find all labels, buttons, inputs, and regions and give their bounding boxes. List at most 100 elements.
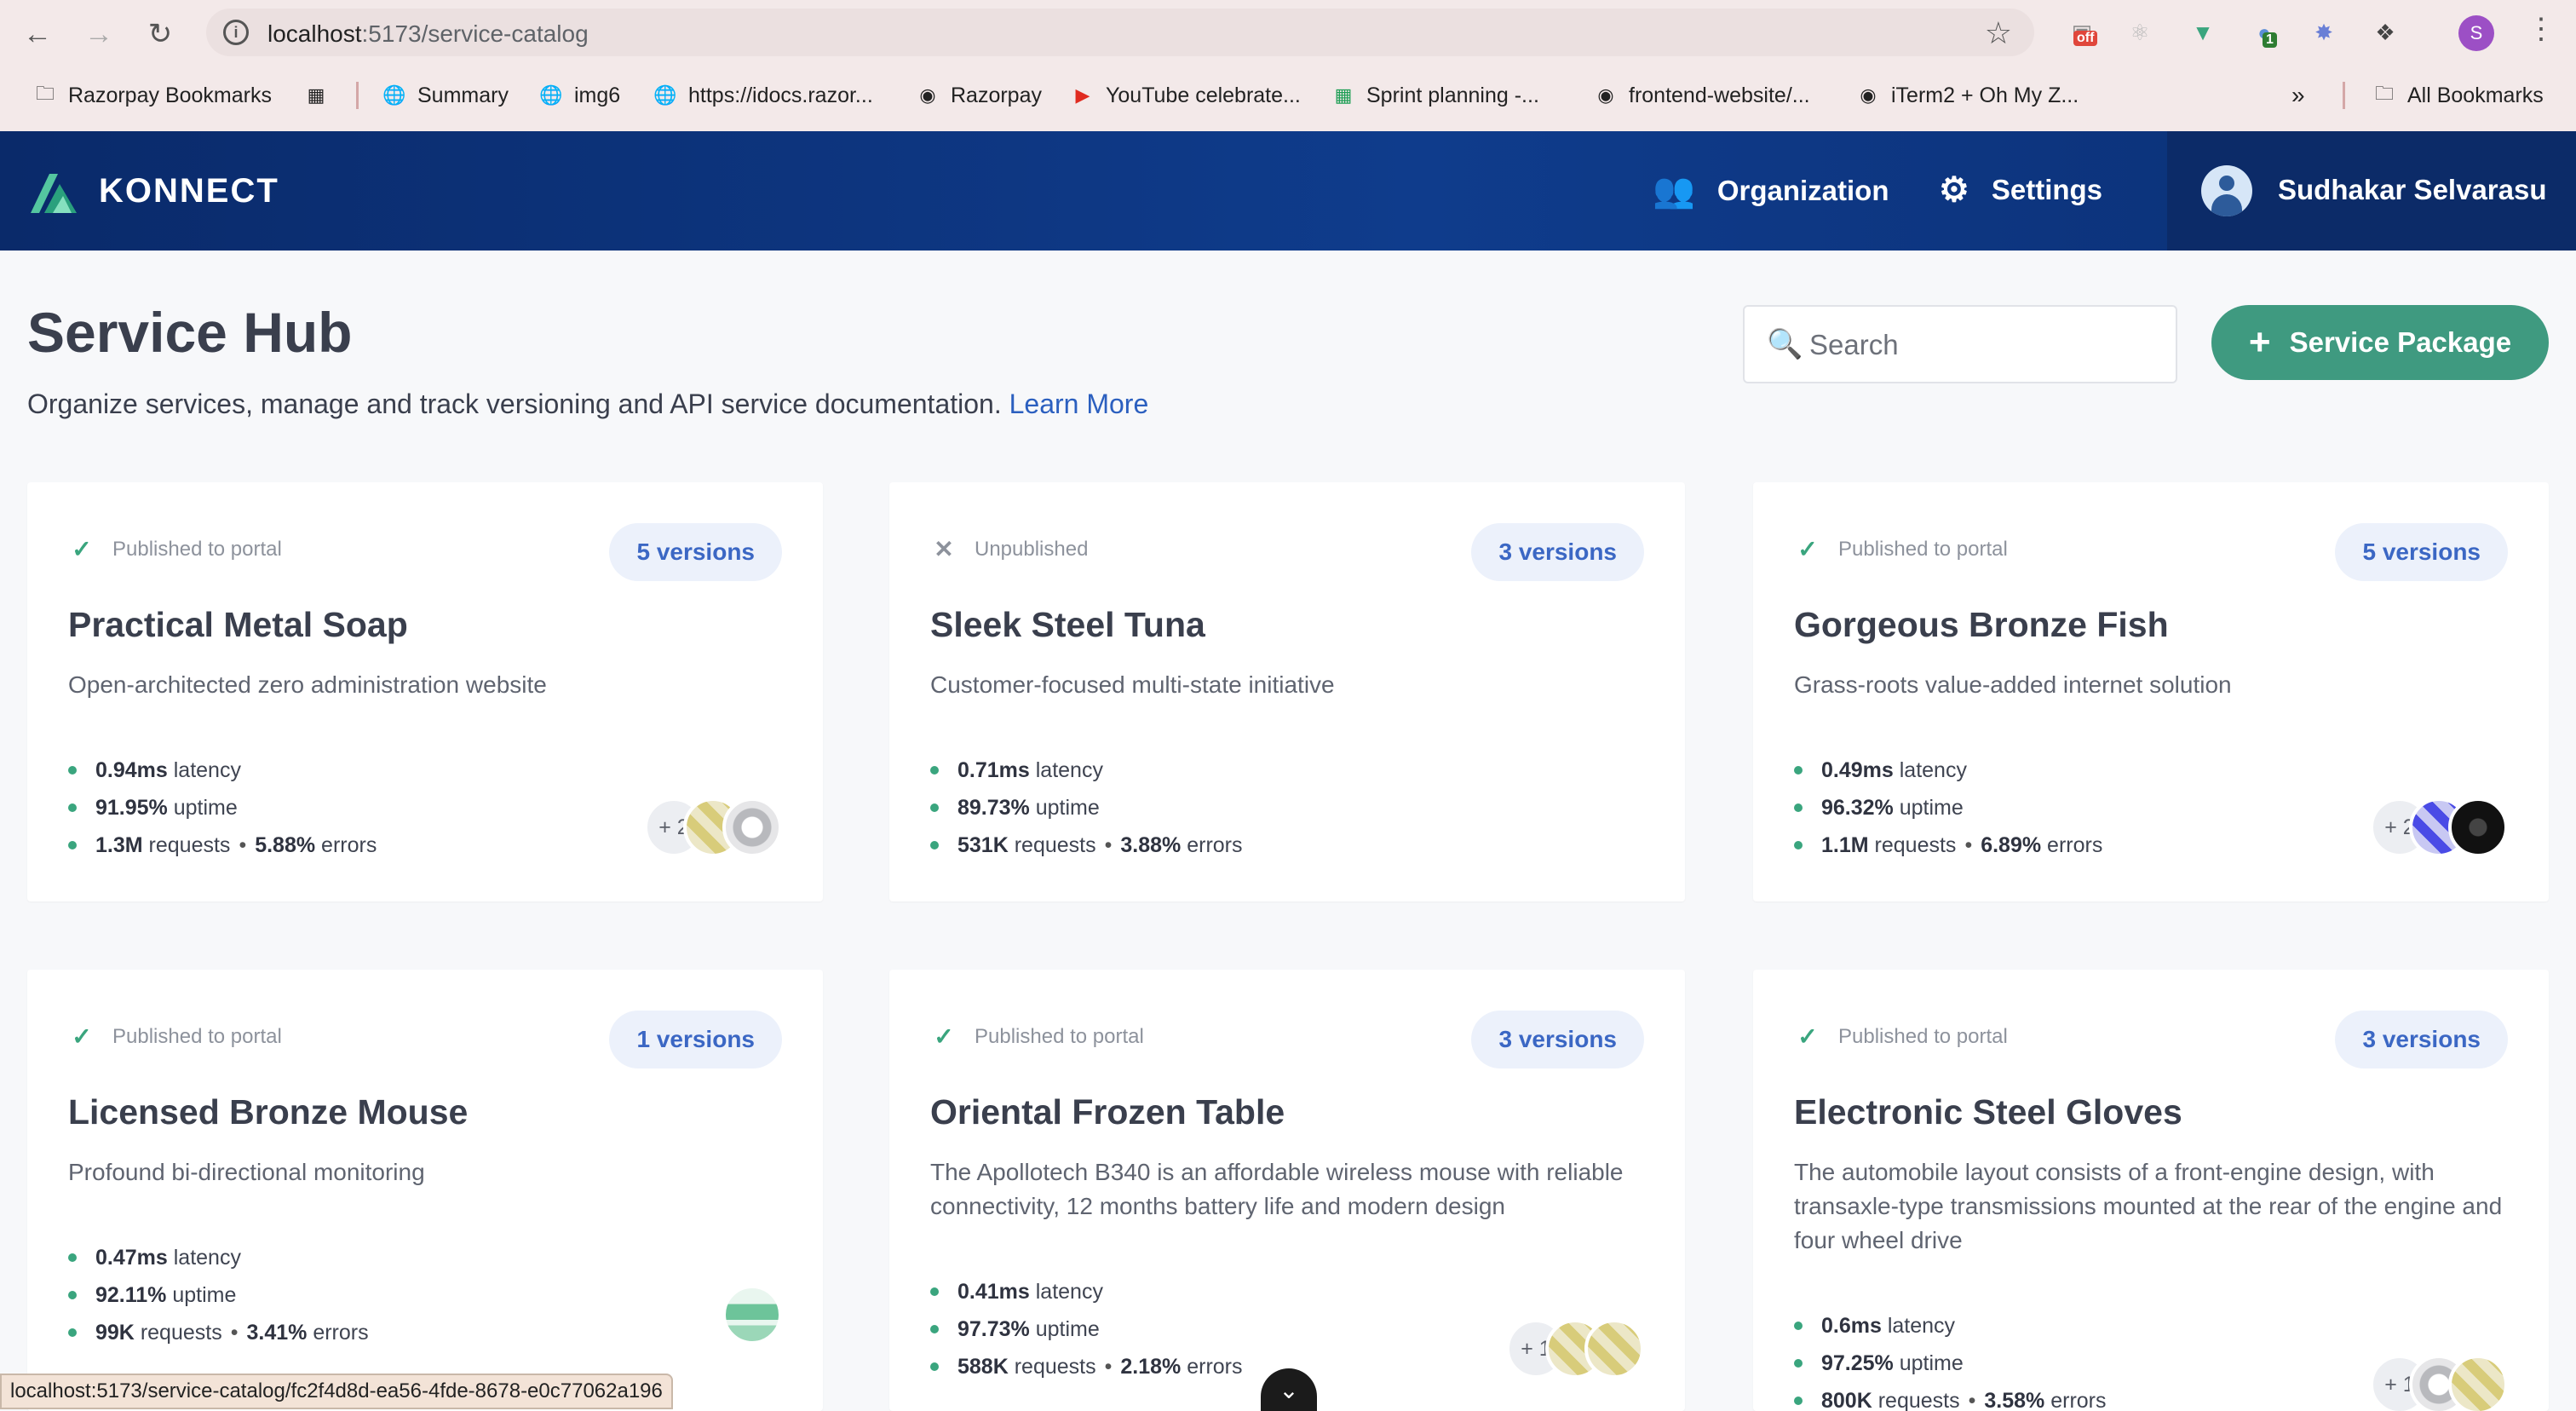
check-icon: ✓ (934, 1023, 954, 1050)
address-url[interactable]: localhost:5173/service-catalog (267, 20, 589, 48)
metrics-list: 0.47ms latency 92.11% uptime 99K request… (68, 1239, 369, 1351)
versions-badge[interactable]: 3 versions (1471, 1011, 1644, 1068)
status-label: ✓ Published to portal (1794, 535, 2008, 563)
contributor-avatars: + 2 (644, 798, 782, 857)
card-title: Gorgeous Bronze Fish (1794, 605, 2169, 644)
versions-badge[interactable]: 3 versions (1471, 523, 1644, 581)
reload-icon[interactable]: ↻ (141, 15, 179, 53)
metric-latency: 0.41ms latency (930, 1273, 1243, 1310)
metric-uptime: 97.73% uptime (930, 1310, 1243, 1348)
metric-uptime: 91.95% uptime (68, 789, 377, 826)
metric-latency: 0.94ms latency (68, 752, 377, 789)
status-label: ✓ Published to portal (68, 535, 282, 563)
service-card[interactable]: ✓ Published to portal 5 versions Gorgeous… (1753, 482, 2549, 901)
user-menu[interactable]: Sudhakar Selvarasu (2167, 131, 2576, 251)
card-description: Open-architected zero administration web… (68, 671, 547, 698)
bookmark-iterm2[interactable]: ◉ iTerm2 + Oh My Z... (1855, 75, 2079, 116)
learn-more-link[interactable]: Learn More (1009, 389, 1149, 419)
browser-toolbar: ← → ↻ i localhost:5173/service-catalog ☆… (0, 0, 2576, 66)
service-card[interactable]: ✓ Published to portal 3 versions Oriental… (889, 970, 1685, 1411)
metric-requests: 800K requests • 3.58% errors (1794, 1382, 2107, 1411)
search-icon: 🔍 (1767, 328, 1803, 360)
profile-avatar[interactable]: S (2458, 15, 2494, 51)
status-label: ✓ Published to portal (930, 1022, 1144, 1051)
card-title: Licensed Bronze Mouse (68, 1092, 469, 1132)
user-avatar-icon (2201, 165, 2252, 216)
versions-badge[interactable]: 3 versions (2335, 1011, 2508, 1068)
service-card[interactable]: ✓ Published to portal 3 versions Electron… (1753, 970, 2549, 1411)
status-label: ✓ Published to portal (1794, 1022, 2008, 1051)
page-subtitle: Organize services, manage and track vers… (27, 389, 1149, 419)
bookmark-razorpay-bookmarks[interactable]: 🗀 Razorpay Bookmarks (32, 75, 272, 116)
metrics-list: 0.6ms latency 97.25% uptime 800K request… (1794, 1307, 2107, 1411)
metric-uptime: 89.73% uptime (930, 789, 1243, 826)
bookmark-youtube[interactable]: ▶ YouTube celebrate... (1070, 75, 1301, 116)
service-card[interactable]: ✓ Published to portal 5 versions Practica… (27, 482, 823, 901)
vue-devtools-icon[interactable]: ▼ (2186, 15, 2220, 49)
puzzle-icon[interactable]: ❖ (2368, 15, 2402, 49)
bookmark-apps[interactable]: ▦ (303, 75, 329, 116)
card-description: Profound bi-directional monitoring (68, 1159, 425, 1185)
card-description: The Apollotech B340 is an affordable wir… (930, 1159, 1624, 1219)
service-card[interactable]: ✕ Unpublished 3 versions Sleek Steel Tuna… (889, 482, 1685, 901)
folder-icon: 🗀 (2374, 83, 2394, 104)
metrics-list: 0.49ms latency 96.32% uptime 1.1M reques… (1794, 752, 2102, 864)
avatar (722, 1285, 782, 1345)
bookmark-frontend-website[interactable]: ◉ frontend-website/... (1593, 75, 1809, 116)
globe-icon: 🌐 (653, 84, 677, 106)
bookmark-idocs[interactable]: 🌐 https://idocs.razor... (653, 75, 872, 116)
versions-badge[interactable]: 1 versions (609, 1011, 782, 1068)
browser-menu-icon[interactable]: ⋮ (2527, 12, 2556, 46)
metric-requests: 588K requests • 2.18% errors (930, 1348, 1243, 1385)
bookmark-all-bookmarks[interactable]: 🗀 All Bookmarks (2372, 75, 2544, 116)
metric-latency: 0.47ms latency (68, 1239, 369, 1276)
back-icon[interactable]: ← (19, 15, 56, 53)
forward-icon[interactable]: → (80, 15, 118, 53)
nav-organization[interactable]: 👥 Organization (1653, 170, 1889, 210)
contributor-avatars (722, 1285, 782, 1345)
bookmark-razorpay[interactable]: ◉ Razorpay (915, 75, 1042, 116)
metrics-list: 0.41ms latency 97.73% uptime 588K reques… (930, 1273, 1243, 1385)
konnect-logo[interactable]: KONNECT (27, 167, 279, 215)
check-icon: ✓ (72, 1023, 92, 1050)
bookmark-img6[interactable]: 🌐 img6 (538, 75, 620, 116)
status-label: ✕ Unpublished (930, 535, 1088, 563)
youtube-icon: ▶ (1075, 84, 1090, 106)
search-input[interactable] (1809, 322, 2159, 368)
address-bar[interactable]: i localhost:5173/service-catalog ☆ (206, 9, 2034, 56)
add-service-package-button[interactable]: + Service Package (2211, 305, 2549, 380)
metric-uptime: 96.32% uptime (1794, 789, 2102, 826)
bookmark-star-icon[interactable]: ☆ (1985, 15, 2012, 51)
card-description: Grass-roots value-added internet solutio… (1794, 671, 2232, 698)
bookmarks-bar: 🗀 Razorpay Bookmarks ▦ 🌐 Summary 🌐 img6 🌐 ht… (0, 75, 2576, 116)
metric-latency: 0.49ms latency (1794, 752, 2102, 789)
avatar (2448, 1355, 2508, 1411)
pixel-perfect-icon[interactable]: ▣off (2065, 15, 2099, 49)
search-box[interactable]: 🔍 (1743, 305, 2177, 383)
nav-settings[interactable]: ⚙ Settings (1939, 170, 2102, 210)
extension-badge: off (2073, 31, 2098, 46)
versions-badge[interactable]: 5 versions (609, 523, 782, 581)
bookmark-sprint-planning[interactable]: ▦ Sprint planning -... (1331, 75, 1539, 116)
bookmark-separator (2343, 82, 2345, 109)
card-title: Practical Metal Soap (68, 605, 408, 644)
bookmark-summary[interactable]: 🌐 Summary (382, 75, 509, 116)
card-description: The automobile layout consists of a fron… (1794, 1159, 2503, 1253)
contributor-avatars: + 1 (2370, 1355, 2508, 1411)
metrics-list: 0.94ms latency 91.95% uptime 1.3M reques… (68, 752, 377, 864)
metric-latency: 0.71ms latency (930, 752, 1243, 789)
site-info-icon[interactable]: i (223, 20, 249, 45)
konnect-logo-icon (31, 174, 77, 213)
extension-icon[interactable]: ●1 (2247, 15, 2281, 49)
card-description: Customer-focused multi-state initiative (930, 671, 1335, 698)
react-devtools-icon[interactable]: ⚛ (2123, 15, 2157, 49)
check-icon: ✓ (1797, 536, 1818, 562)
status-label: ✓ Published to portal (68, 1022, 282, 1051)
metrics-list: 0.71ms latency 89.73% uptime 531K reques… (930, 752, 1243, 864)
service-card[interactable]: ✓ Published to portal 1 versions Licensed… (27, 970, 823, 1411)
settings-extension-icon[interactable]: ✸ (2307, 15, 2341, 49)
versions-badge[interactable]: 5 versions (2335, 523, 2508, 581)
link-status-bar: localhost:5173/service-catalog/fc2f4d8d-… (0, 1374, 673, 1409)
more-bookmarks-icon[interactable]: » (2291, 75, 2305, 116)
metric-uptime: 97.25% uptime (1794, 1345, 2107, 1382)
